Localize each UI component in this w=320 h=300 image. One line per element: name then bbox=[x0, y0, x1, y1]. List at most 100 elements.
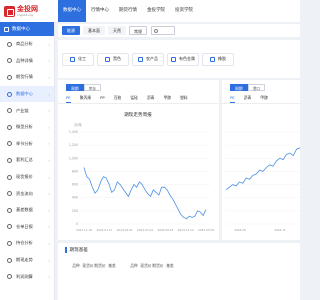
sidebar-item[interactable]: 季节分析 › bbox=[0, 136, 54, 153]
sidebar-item-label: 品种详情 bbox=[16, 57, 33, 63]
sidebar-item[interactable]: 套利汇总 › bbox=[0, 152, 54, 169]
chevron-right-icon: › bbox=[48, 274, 50, 280]
sidebar: 数据中心 商品分析 › 品种详情 › 期货行情 › 数据中心 › 产业链 › 微型分析 › 季节分析 › 套… bbox=[0, 22, 55, 300]
menu-item-icon bbox=[7, 191, 12, 197]
filter-chip-energy[interactable]: 能源 bbox=[62, 26, 80, 35]
sidebar-item[interactable]: 数据中心 › bbox=[0, 85, 54, 103]
chevron-right-icon: › bbox=[48, 58, 50, 64]
leaf-icon bbox=[138, 56, 143, 62]
sidebar-item-label: 利润测算 bbox=[16, 273, 33, 279]
menu-item-icon bbox=[7, 224, 12, 230]
subtab-mnsi[interactable]: 锰硅 bbox=[130, 95, 138, 103]
chevron-right-icon: › bbox=[48, 41, 50, 47]
subtab-asphalt[interactable]: 沥青 bbox=[147, 95, 155, 103]
tab-cycle[interactable]: 周期 bbox=[230, 84, 248, 91]
y-tick-label: 0 bbox=[76, 222, 78, 226]
y-tick-label: 1,000 bbox=[69, 156, 78, 160]
x-tick-label: 2023.11.18 bbox=[76, 228, 92, 232]
category-card-rubber[interactable]: 橡胶 bbox=[202, 52, 234, 66]
menu-item-icon bbox=[7, 141, 12, 147]
series-line bbox=[225, 147, 300, 191]
nav-item-invest-school[interactable]: 投资学院 bbox=[170, 0, 198, 22]
chevron-right-icon: › bbox=[48, 257, 50, 263]
grid-icon bbox=[4, 26, 9, 32]
panel-tabs: 周期 库存 bbox=[58, 80, 219, 91]
tab-cycle[interactable]: 周期 bbox=[66, 84, 84, 91]
category-label: 农产品 bbox=[146, 56, 158, 61]
sidebar-item[interactable]: 期现走势 › bbox=[0, 252, 54, 269]
chart-title: 期现走势周报 bbox=[124, 111, 152, 118]
chevron-right-icon: › bbox=[48, 174, 50, 180]
category-card-chemical[interactable]: 化工 bbox=[62, 52, 94, 66]
subtab-pp-poly[interactable]: 聚丙烯 bbox=[80, 95, 91, 103]
y-tick-label: 800 bbox=[72, 169, 78, 173]
tab-inventory[interactable]: 库存 bbox=[83, 84, 102, 91]
nav-item-futures[interactable]: 期货行情 bbox=[114, 0, 142, 22]
site-logo[interactable]: 金投网 cngold.org bbox=[0, 5, 58, 17]
panel-tabs: 周期 港口 bbox=[222, 80, 300, 91]
filter-bar: 能源 基本面 天然 常规 bbox=[58, 24, 300, 37]
column-header: 基差 bbox=[166, 263, 174, 268]
sidebar-item[interactable]: 微型分析 › bbox=[0, 119, 54, 136]
category-card-metal[interactable]: 有色金属 bbox=[167, 52, 199, 66]
line-chart-main[interactable]: 期现走势周报元/吨 1,400 1,200 1,000 800 600 400 200 0 202… bbox=[58, 106, 219, 236]
y-axis-unit: 元/吨 bbox=[74, 122, 82, 127]
sidebar-item[interactable]: 期货行情 › bbox=[0, 69, 54, 86]
search-input[interactable] bbox=[151, 26, 175, 35]
subtab-pe[interactable]: PE bbox=[66, 95, 71, 103]
panel-subtabs: PE 聚丙烯 PP 豆粕 锰硅 沥青 甲醇 塑料 bbox=[58, 91, 219, 104]
nav-item-market-center[interactable]: 行情中心 bbox=[86, 0, 114, 22]
menu-item-icon bbox=[7, 257, 12, 263]
column-header: 基差 bbox=[108, 263, 116, 268]
menu-item-icon bbox=[7, 91, 12, 97]
tab-port[interactable]: 港口 bbox=[247, 84, 266, 91]
sidebar-item-label: 季节分析 bbox=[16, 140, 33, 146]
category-card-black[interactable]: 黑色 bbox=[97, 52, 129, 66]
line-chart-secondary[interactable]: 2024.08 2024.11 bbox=[222, 106, 300, 236]
sidebar-item-label: 套利汇总 bbox=[16, 157, 33, 163]
logo-icon bbox=[4, 5, 15, 17]
subtab-methanol[interactable]: 甲醇 bbox=[163, 95, 171, 103]
subtab-methanol[interactable]: 甲醇 bbox=[260, 95, 268, 103]
chevron-right-icon: › bbox=[48, 240, 50, 246]
nav-item-academy[interactable]: 金投学院 bbox=[142, 0, 170, 22]
sidebar-item[interactable]: 现货报价 › bbox=[0, 169, 54, 186]
category-label: 化工 bbox=[78, 56, 86, 61]
y-tick-label: 400 bbox=[72, 196, 78, 200]
chevron-right-icon: › bbox=[48, 191, 50, 197]
main-nav: 数据中心 行情中心 期货行情 金投学院 投资学院 bbox=[58, 0, 198, 22]
sidebar-item[interactable]: 利润测算 › bbox=[0, 268, 54, 285]
sidebar-item[interactable]: 持仓分析 › bbox=[0, 235, 54, 252]
category-card-agri[interactable]: 农产品 bbox=[132, 52, 164, 66]
chevron-right-icon: › bbox=[48, 207, 50, 213]
subtab-asphalt[interactable]: 沥青 bbox=[244, 95, 252, 103]
category-row: 化工 黑色 农产品 有色金属 橡胶 bbox=[58, 40, 300, 78]
y-tick-label: 600 bbox=[72, 183, 78, 187]
sidebar-item[interactable]: 品种详情 › bbox=[0, 53, 54, 70]
sidebar-item[interactable]: 仓单日报 › bbox=[0, 219, 54, 236]
sidebar-item[interactable]: 产业链 › bbox=[0, 102, 54, 119]
filter-select[interactable]: 常规 bbox=[129, 26, 147, 35]
chevron-right-icon: › bbox=[48, 157, 50, 163]
subtab-soymeal[interactable]: 豆粕 bbox=[114, 95, 122, 103]
title-accent-bar bbox=[65, 247, 67, 253]
filter-chip-natural[interactable]: 天然 bbox=[108, 26, 126, 35]
filter-chip-fundamental[interactable]: 基本面 bbox=[83, 26, 105, 35]
sidebar-item[interactable]: 商品分析 › bbox=[0, 36, 54, 53]
sidebar-item[interactable]: 基差数据 › bbox=[0, 202, 54, 219]
drop-icon bbox=[210, 56, 215, 62]
column-header: 期货价 bbox=[152, 263, 164, 268]
menu-item-icon bbox=[7, 240, 12, 246]
subtab-pp[interactable]: PP bbox=[100, 95, 105, 103]
subtab-plastic[interactable]: 塑料 bbox=[180, 95, 188, 103]
column-header: 品种 bbox=[72, 263, 80, 268]
nav-item-data-center[interactable]: 数据中心 bbox=[58, 0, 86, 22]
x-tick-label: 2024.08 bbox=[234, 228, 246, 232]
chevron-right-icon: › bbox=[48, 224, 50, 230]
subtab-pe[interactable]: PE bbox=[230, 95, 235, 103]
top-bar: 金投网 cngold.org 数据中心 行情中心 期货行情 金投学院 投资学院 bbox=[0, 0, 300, 22]
menu-item-icon bbox=[7, 274, 12, 280]
sidebar-item[interactable]: 资金流向 › bbox=[0, 185, 54, 202]
chart-panel-secondary: 周期 港口 PE 沥青 甲醇 2024.08 2024.11 bbox=[222, 80, 300, 240]
column-header: 期货价 bbox=[94, 263, 106, 268]
